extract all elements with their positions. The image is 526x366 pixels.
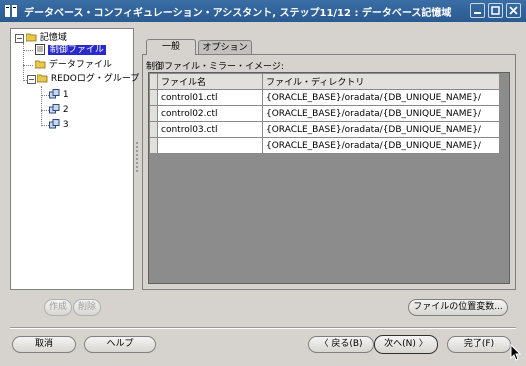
finish-button[interactable]: 完了(F) xyxy=(447,336,511,353)
row-header[interactable] xyxy=(149,137,158,154)
redo-group-icon xyxy=(49,104,60,114)
next-button[interactable]: 次へ(N) 〉 xyxy=(374,335,438,354)
delete-button[interactable]: 削除 xyxy=(73,299,101,316)
folder-icon xyxy=(34,60,46,69)
cancel-button[interactable]: 取消 xyxy=(12,336,76,353)
tree-item-redo-log-group[interactable]: REDOログ・グループ xyxy=(36,73,140,85)
split-pane-handle[interactable] xyxy=(134,140,140,180)
directory-cell[interactable]: {ORACLE_BASE}/oradata/{DB_UNIQUE_NAME}/ xyxy=(262,105,500,122)
redo-group-icon xyxy=(49,89,60,99)
table-row[interactable]: {ORACLE_BASE}/oradata/{DB_UNIQUE_NAME}/ xyxy=(149,137,500,154)
column-header-directory[interactable]: ファイル・ディレクトリ xyxy=(262,73,500,90)
create-button[interactable]: 作成 xyxy=(44,299,72,316)
mouse-cursor-icon xyxy=(510,344,522,361)
tree-item-data-file[interactable]: データファイル xyxy=(34,59,112,71)
mirror-image-label: 制御ファイル・ミラー・イメージ: xyxy=(146,62,284,72)
close-icon[interactable] xyxy=(506,3,521,18)
back-button[interactable]: 〈 戻る(B) xyxy=(308,336,374,353)
row-header[interactable] xyxy=(149,89,158,106)
tree-item-label: 2 xyxy=(62,105,69,115)
control-file-table[interactable]: ファイル名 ファイル・ディレクトリ control01.ctl {ORACLE_… xyxy=(148,72,510,284)
chevron-right-icon: 〉 xyxy=(418,339,428,349)
tree-item-control-file[interactable]: 制御ファイル xyxy=(35,44,106,56)
window-title: データベース・コンフィギュレーション・アシスタント, ステップ11/12 : デ… xyxy=(24,8,452,19)
app-icon[interactable] xyxy=(4,4,18,18)
title-bar: データベース・コンフィギュレーション・アシスタント, ステップ11/12 : デ… xyxy=(0,0,526,22)
folder-open-icon xyxy=(36,74,48,83)
minimize-icon[interactable] xyxy=(470,3,485,18)
file-name-cell[interactable] xyxy=(157,137,263,154)
chevron-left-icon: 〈 xyxy=(319,339,329,349)
back-button-label: 戻る(B) xyxy=(331,339,363,349)
tree-root-label: 記憶域 xyxy=(39,33,67,43)
tree-root-storage[interactable]: 記憶域 xyxy=(25,32,67,44)
file-name-cell[interactable]: control01.ctl xyxy=(157,89,263,106)
redo-group-icon xyxy=(49,119,60,129)
tree-item-label: 1 xyxy=(62,90,69,100)
collapse-toggle[interactable]: − xyxy=(27,75,36,84)
maximize-icon[interactable] xyxy=(488,3,503,18)
column-header-file-name[interactable]: ファイル名 xyxy=(157,73,263,90)
tree-item-redo-group-2[interactable]: 2 xyxy=(49,104,69,116)
tree-item-label: データファイル xyxy=(48,60,112,70)
collapse-toggle[interactable]: − xyxy=(15,34,24,43)
row-header[interactable] xyxy=(149,121,158,138)
file-name-cell[interactable]: control03.ctl xyxy=(157,121,263,138)
next-button-label: 次へ(N) xyxy=(384,339,416,349)
table-row[interactable]: control01.ctl {ORACLE_BASE}/oradata/{DB_… xyxy=(149,89,500,106)
tab-general[interactable]: 一般 xyxy=(146,39,196,55)
folder-open-icon xyxy=(25,33,37,42)
table-row[interactable]: control02.ctl {ORACLE_BASE}/oradata/{DB_… xyxy=(149,105,500,122)
tree-item-redo-group-3[interactable]: 3 xyxy=(49,119,69,131)
control-file-icon xyxy=(35,44,45,55)
directory-cell[interactable]: {ORACLE_BASE}/oradata/{DB_UNIQUE_NAME}/ xyxy=(262,89,500,106)
row-header[interactable] xyxy=(149,105,158,122)
directory-cell[interactable]: {ORACLE_BASE}/oradata/{DB_UNIQUE_NAME}/ xyxy=(262,121,500,138)
storage-tree[interactable]: − 記憶域 制御ファイル データファイル − REDOログ・グループ 1 2 3 xyxy=(10,28,139,290)
tree-item-label: 制御ファイル xyxy=(47,45,106,55)
table-row[interactable]: control03.ctl {ORACLE_BASE}/oradata/{DB_… xyxy=(149,121,500,138)
tree-item-label: 3 xyxy=(62,120,69,130)
tree-item-redo-group-1[interactable]: 1 xyxy=(49,89,69,101)
file-location-variables-button[interactable]: ファイルの位置変数... xyxy=(408,299,508,316)
file-name-cell[interactable]: control02.ctl xyxy=(157,105,263,122)
directory-cell[interactable]: {ORACLE_BASE}/oradata/{DB_UNIQUE_NAME}/ xyxy=(262,137,500,154)
footer-separator xyxy=(10,327,516,329)
row-header-corner xyxy=(149,73,158,90)
tree-item-label: REDOログ・グループ xyxy=(50,74,140,84)
help-button[interactable]: ヘルプ xyxy=(84,336,156,353)
table-header-row: ファイル名 ファイル・ディレクトリ xyxy=(149,73,500,90)
